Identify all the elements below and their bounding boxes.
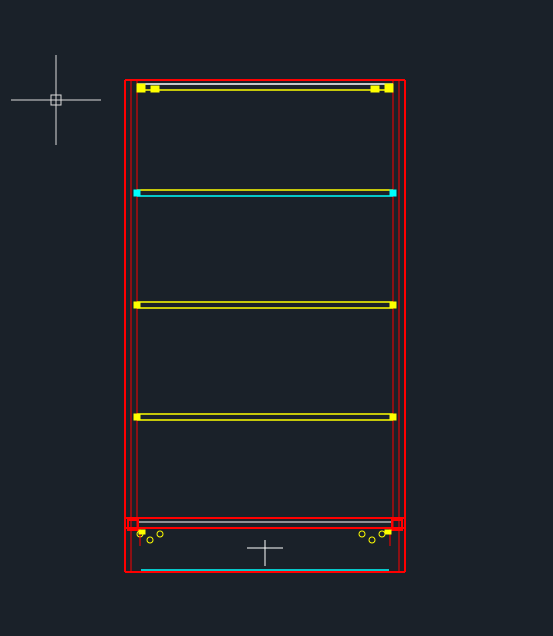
shelf-end-left-2 <box>134 414 140 420</box>
shelf-end-right-0 <box>390 190 396 196</box>
top-fitting-left <box>137 84 145 90</box>
shelf-end-right-1 <box>390 302 396 308</box>
top-fitting-1 <box>371 86 379 92</box>
cad-drawing <box>0 0 553 636</box>
top-fitting-right <box>385 84 393 90</box>
shelf-end-right-2 <box>390 414 396 420</box>
bottom-fitting-2 <box>157 531 163 537</box>
shelf-end-left-1 <box>134 302 140 308</box>
bottom-fitting-1 <box>147 537 153 543</box>
shelf-end-left-0 <box>134 190 140 196</box>
bottom-yellow-block-right <box>385 530 391 534</box>
bottom-yellow-block-left <box>139 530 145 534</box>
top-fitting-r-1 <box>151 86 159 92</box>
bottom-fitting-5 <box>379 531 385 537</box>
bottom-fitting-4 <box>369 537 375 543</box>
bottom-fitting-3 <box>359 531 365 537</box>
